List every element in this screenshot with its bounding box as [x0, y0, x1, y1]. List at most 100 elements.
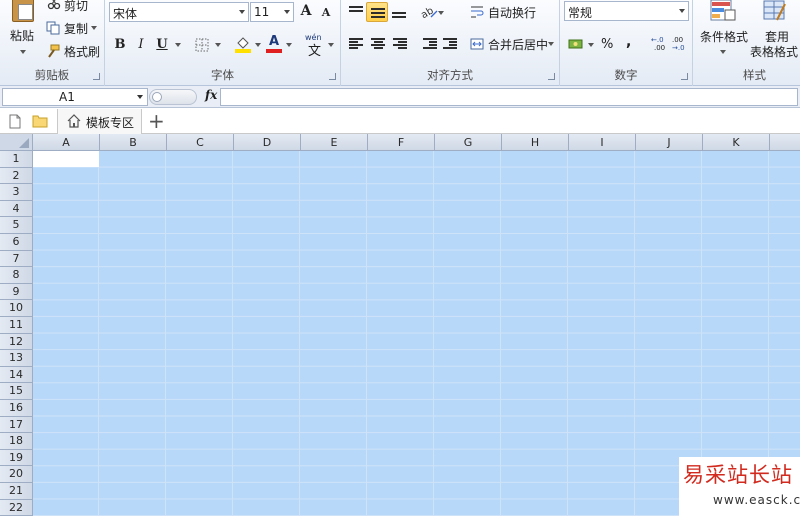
row-header[interactable]: 2: [0, 167, 33, 185]
borders-icon[interactable]: [195, 38, 209, 52]
font-color-button[interactable]: A: [265, 33, 283, 53]
row-header[interactable]: 16: [0, 400, 33, 417]
bottom-align-icon[interactable]: [392, 8, 406, 20]
row-header[interactable]: 14: [0, 366, 33, 384]
add-tab-button[interactable]: +: [148, 109, 165, 133]
active-cell[interactable]: [33, 151, 99, 167]
column-header[interactable]: [770, 134, 800, 151]
column-header[interactable]: J: [636, 134, 703, 151]
fill-color-dropdown-icon[interactable]: [255, 43, 261, 47]
clipboard-dialog-launcher[interactable]: [93, 73, 100, 80]
column-header[interactable]: H: [502, 134, 569, 151]
row-header[interactable]: 15: [0, 383, 33, 400]
currency-icon[interactable]: [568, 37, 584, 51]
format-painter-button[interactable]: 格式刷: [64, 43, 100, 60]
bold-button[interactable]: B: [111, 36, 129, 54]
tab-template-zone[interactable]: 模板专区: [57, 109, 142, 134]
format-as-table-icon[interactable]: [763, 0, 787, 22]
number-dialog-launcher[interactable]: [681, 73, 688, 80]
fill-color-icon[interactable]: [235, 35, 251, 53]
column-header[interactable]: K: [703, 134, 770, 151]
new-document-icon[interactable]: [9, 114, 21, 129]
orientation-dropdown-icon[interactable]: [438, 11, 444, 15]
column-header[interactable]: A: [33, 134, 100, 151]
formula-bar-resize-handle[interactable]: [149, 89, 197, 105]
row-header[interactable]: 13: [0, 350, 33, 367]
copy-dropdown-icon[interactable]: [91, 26, 97, 30]
font-name-value: 宋体: [113, 7, 138, 21]
font-name-select[interactable]: 宋体: [109, 2, 249, 22]
row-header[interactable]: 8: [0, 267, 33, 284]
borders-dropdown-icon[interactable]: [215, 43, 221, 47]
column-header[interactable]: F: [368, 134, 435, 151]
paste-icon[interactable]: [10, 0, 36, 22]
row-header[interactable]: 6: [0, 234, 33, 251]
increase-indent-icon[interactable]: [443, 38, 457, 50]
align-left-icon[interactable]: [349, 38, 363, 50]
row-header[interactable]: 9: [0, 283, 33, 301]
open-folder-icon[interactable]: [32, 114, 48, 128]
wrap-text-button[interactable]: 自动换行: [488, 4, 536, 21]
row-header[interactable]: 12: [0, 333, 33, 351]
align-right-icon[interactable]: [393, 38, 407, 50]
row-header[interactable]: 4: [0, 200, 33, 218]
font-size-select[interactable]: 11: [250, 2, 294, 22]
underline-dropdown-icon[interactable]: [175, 43, 181, 47]
paste-dropdown-icon[interactable]: [20, 50, 26, 54]
row-header[interactable]: 3: [0, 184, 33, 201]
formula-bar: A1 fx: [0, 86, 800, 108]
row-header[interactable]: 20: [0, 466, 33, 483]
row-header[interactable]: 10: [0, 300, 33, 317]
font-color-dropdown-icon[interactable]: [286, 43, 292, 47]
format-as-table-line2[interactable]: 表格格式: [750, 43, 798, 60]
row-header[interactable]: 1: [0, 151, 33, 168]
row-header[interactable]: 22: [0, 499, 33, 516]
italic-button[interactable]: I: [132, 36, 150, 54]
font-group: 宋体 11 A A B I U A wén 文 字体: [105, 0, 341, 86]
merge-dropdown-icon[interactable]: [548, 42, 554, 46]
column-header[interactable]: C: [167, 134, 234, 151]
underline-button[interactable]: U: [153, 36, 171, 54]
phonetic-guide-button[interactable]: wén 文: [305, 33, 325, 59]
row-header[interactable]: 5: [0, 217, 33, 234]
orientation-icon[interactable]: ab: [419, 5, 439, 21]
phonetic-dropdown-icon[interactable]: [328, 43, 334, 47]
row-header[interactable]: 21: [0, 483, 33, 500]
column-header[interactable]: B: [100, 134, 167, 151]
alignment-dialog-launcher[interactable]: [548, 73, 555, 80]
column-header[interactable]: D: [234, 134, 301, 151]
decrease-decimal-button[interactable]: .00 →.0: [672, 36, 690, 54]
row-header[interactable]: 11: [0, 317, 33, 334]
row-header[interactable]: 7: [0, 250, 33, 268]
percent-button[interactable]: %: [601, 37, 613, 52]
paste-button[interactable]: 粘贴: [10, 27, 34, 44]
comma-button[interactable]: ,: [626, 34, 631, 50]
number-format-select[interactable]: 常规: [564, 1, 689, 21]
grow-font-button[interactable]: A: [297, 2, 315, 20]
cut-button[interactable]: 剪切: [64, 0, 88, 14]
align-center-icon[interactable]: [371, 38, 385, 50]
middle-align-button[interactable]: [366, 2, 388, 22]
conditional-formatting-dropdown-icon[interactable]: [720, 50, 726, 54]
column-header[interactable]: I: [569, 134, 636, 151]
increase-decimal-button[interactable]: ←.0 .00: [651, 36, 669, 54]
row-header[interactable]: 19: [0, 449, 33, 467]
top-align-icon[interactable]: [349, 6, 363, 18]
chevron-down-icon[interactable]: [137, 95, 143, 99]
formula-input[interactable]: [220, 88, 798, 106]
name-box[interactable]: A1: [2, 88, 148, 106]
row-header[interactable]: 17: [0, 416, 33, 434]
column-header[interactable]: E: [301, 134, 368, 151]
row-header[interactable]: 18: [0, 433, 33, 450]
insert-function-button[interactable]: fx: [205, 88, 217, 102]
decrease-indent-icon[interactable]: [423, 38, 437, 50]
merge-center-button[interactable]: 合并后居中: [488, 36, 548, 53]
copy-button[interactable]: 复制: [64, 20, 88, 37]
shrink-font-button[interactable]: A: [317, 4, 335, 22]
select-all-corner[interactable]: [0, 134, 33, 151]
font-dialog-launcher[interactable]: [329, 73, 336, 80]
column-header[interactable]: G: [435, 134, 502, 151]
currency-dropdown-icon[interactable]: [588, 43, 594, 47]
conditional-formatting-button[interactable]: 条件格式: [700, 28, 748, 45]
conditional-formatting-icon[interactable]: [709, 0, 737, 22]
